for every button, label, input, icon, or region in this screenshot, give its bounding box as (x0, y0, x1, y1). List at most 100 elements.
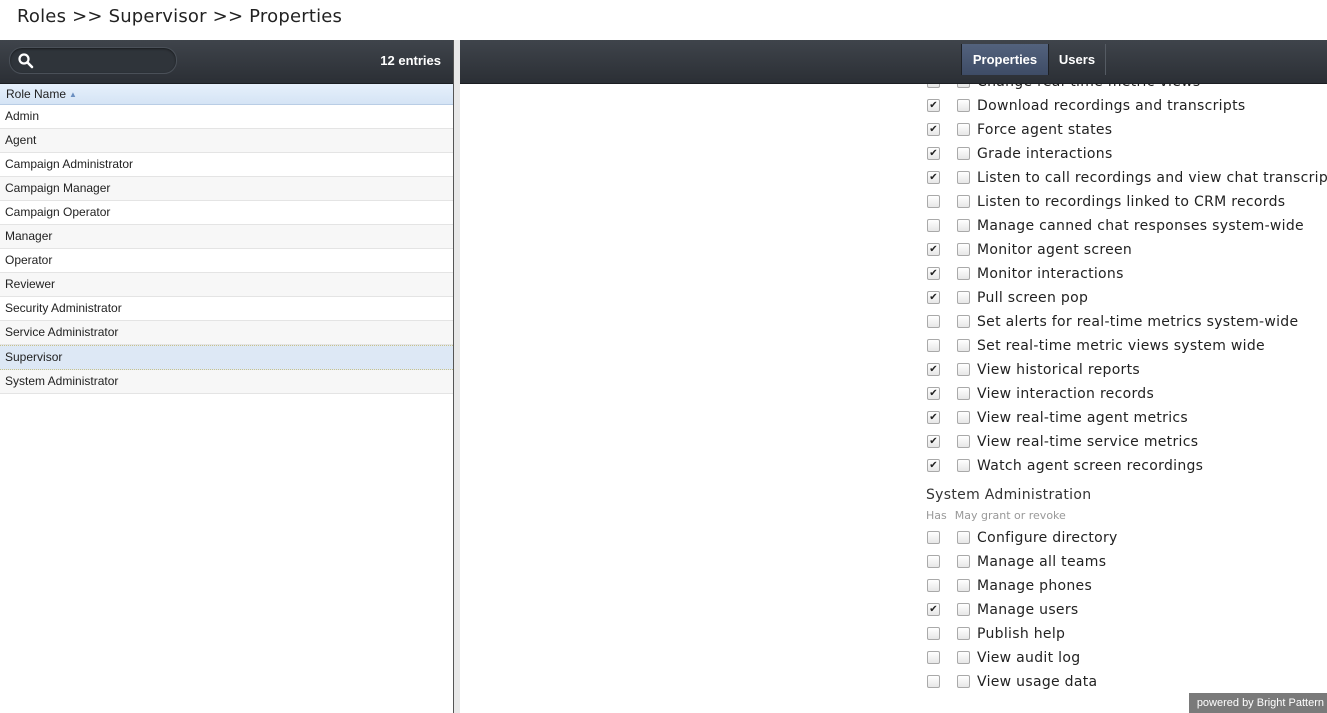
permission-label: Monitor agent screen (977, 242, 1133, 258)
grant-checkbox[interactable] (957, 555, 970, 568)
permission-row: ✔ View real-time agent metrics (925, 407, 1327, 431)
grant-column-label: May grant or revoke (954, 509, 1066, 522)
permission-row: ✔ Monitor interactions (925, 263, 1327, 287)
has-checkbox[interactable] (927, 219, 940, 232)
role-row[interactable]: Manager (0, 225, 453, 249)
search-input[interactable] (40, 51, 174, 71)
role-row[interactable]: Campaign Administrator (0, 153, 453, 177)
role-row[interactable]: System Administrator (0, 370, 453, 394)
role-row[interactable]: Admin (0, 105, 453, 129)
grant-checkbox[interactable] (957, 675, 970, 688)
grant-checkbox[interactable] (957, 147, 970, 160)
role-row[interactable]: Service Administrator (0, 321, 453, 345)
permission-row: Set alerts for real-time metrics system-… (925, 311, 1327, 335)
grant-checkbox[interactable] (957, 531, 970, 544)
permission-row: ✔ View historical reports (925, 359, 1327, 383)
permission-label: Watch agent screen recordings (977, 458, 1204, 474)
grant-checkbox[interactable] (957, 459, 970, 472)
role-row[interactable]: Reviewer (0, 273, 453, 297)
role-row[interactable]: Agent (0, 129, 453, 153)
tab-properties[interactable]: Properties (961, 44, 1049, 75)
column-header-label: Role Name (6, 87, 67, 101)
grant-checkbox[interactable] (957, 603, 970, 616)
column-header-role-name[interactable]: Role Name ▲ (0, 84, 453, 105)
role-row[interactable]: Operator (0, 249, 453, 273)
role-row[interactable]: Supervisor (0, 345, 453, 370)
grant-checkbox[interactable] (957, 267, 970, 280)
role-row[interactable]: Security Administrator (0, 297, 453, 321)
grant-checkbox[interactable] (957, 84, 970, 88)
permission-label: Manage users (977, 602, 1079, 618)
permission-label: Manage canned chat responses system-wide (977, 218, 1304, 234)
has-checkbox[interactable] (927, 315, 940, 328)
column-subheader: Has May grant or revoke (926, 509, 1066, 522)
has-checkbox[interactable] (927, 195, 940, 208)
permission-label: View audit log (977, 650, 1081, 666)
permission-label: Manage phones (977, 578, 1093, 594)
has-checkbox[interactable]: ✔ (927, 171, 940, 184)
has-checkbox[interactable] (927, 531, 940, 544)
permission-label: Configure directory (977, 530, 1118, 546)
permission-label: Download recordings and transcripts (977, 98, 1246, 114)
grant-checkbox[interactable] (957, 363, 970, 376)
permission-row: ✔ View real-time service metrics (925, 431, 1327, 455)
has-checkbox[interactable]: ✔ (927, 147, 940, 160)
has-checkbox[interactable] (927, 579, 940, 592)
permission-label: Set alerts for real-time metrics system-… (977, 314, 1299, 330)
has-checkbox[interactable] (927, 84, 940, 88)
has-checkbox[interactable]: ✔ (927, 363, 940, 376)
grant-checkbox[interactable] (957, 651, 970, 664)
has-checkbox[interactable] (927, 651, 940, 664)
grant-checkbox[interactable] (957, 387, 970, 400)
permission-label: View interaction records (977, 386, 1155, 402)
has-checkbox[interactable]: ✔ (927, 387, 940, 400)
has-checkbox[interactable]: ✔ (927, 267, 940, 280)
grant-checkbox[interactable] (957, 627, 970, 640)
role-list: Admin Agent Campaign Administrator Campaign… (0, 105, 453, 394)
grant-checkbox[interactable] (957, 579, 970, 592)
has-checkbox[interactable] (927, 627, 940, 640)
permission-row: ✔ Pull screen pop (925, 287, 1327, 311)
grant-checkbox[interactable] (957, 219, 970, 232)
grant-checkbox[interactable] (957, 243, 970, 256)
permission-label: View real-time agent metrics (977, 410, 1189, 426)
grant-checkbox[interactable] (957, 291, 970, 304)
grant-checkbox[interactable] (957, 123, 970, 136)
list-toolbar: 12 entries (0, 40, 453, 84)
has-checkbox[interactable] (927, 339, 940, 352)
has-column-label: Has (926, 509, 947, 522)
grant-checkbox[interactable] (957, 411, 970, 424)
permission-label: Listen to call recordings and view chat … (977, 170, 1327, 186)
has-checkbox[interactable]: ✔ (927, 459, 940, 472)
grant-checkbox[interactable] (957, 315, 970, 328)
search-box[interactable] (9, 47, 177, 74)
permission-row: Manage canned chat responses system-wide (925, 215, 1327, 239)
grant-checkbox[interactable] (957, 435, 970, 448)
has-checkbox[interactable]: ✔ (927, 411, 940, 424)
grant-checkbox[interactable] (957, 171, 970, 184)
has-checkbox[interactable]: ✔ (927, 291, 940, 304)
permission-label: Publish help (977, 626, 1066, 642)
breadcrumb: Roles >> Supervisor >> Properties (17, 6, 343, 27)
has-checkbox[interactable] (927, 555, 940, 568)
grant-checkbox[interactable] (957, 99, 970, 112)
grant-checkbox[interactable] (957, 339, 970, 352)
has-checkbox[interactable] (927, 675, 940, 688)
permission-row: ✔ Monitor agent screen (925, 239, 1327, 263)
role-row[interactable]: Campaign Operator (0, 201, 453, 225)
has-checkbox[interactable]: ✔ (927, 603, 940, 616)
role-row[interactable]: Campaign Manager (0, 177, 453, 201)
details-toolbar: Properties Users (460, 40, 1327, 84)
permission-label: Change real-time metric views (977, 84, 1200, 90)
grant-checkbox[interactable] (957, 195, 970, 208)
tab-users[interactable]: Users (1048, 44, 1106, 75)
permission-label: Set real-time metric views system wide (977, 338, 1265, 354)
has-checkbox[interactable]: ✔ (927, 435, 940, 448)
has-checkbox[interactable]: ✔ (927, 99, 940, 112)
permission-row: ✔ Force agent states (925, 119, 1327, 143)
has-checkbox[interactable]: ✔ (927, 123, 940, 136)
permission-label: Manage all teams (977, 554, 1107, 570)
permission-label: Pull screen pop (977, 290, 1089, 306)
has-checkbox[interactable]: ✔ (927, 243, 940, 256)
permission-label: Force agent states (977, 122, 1113, 138)
